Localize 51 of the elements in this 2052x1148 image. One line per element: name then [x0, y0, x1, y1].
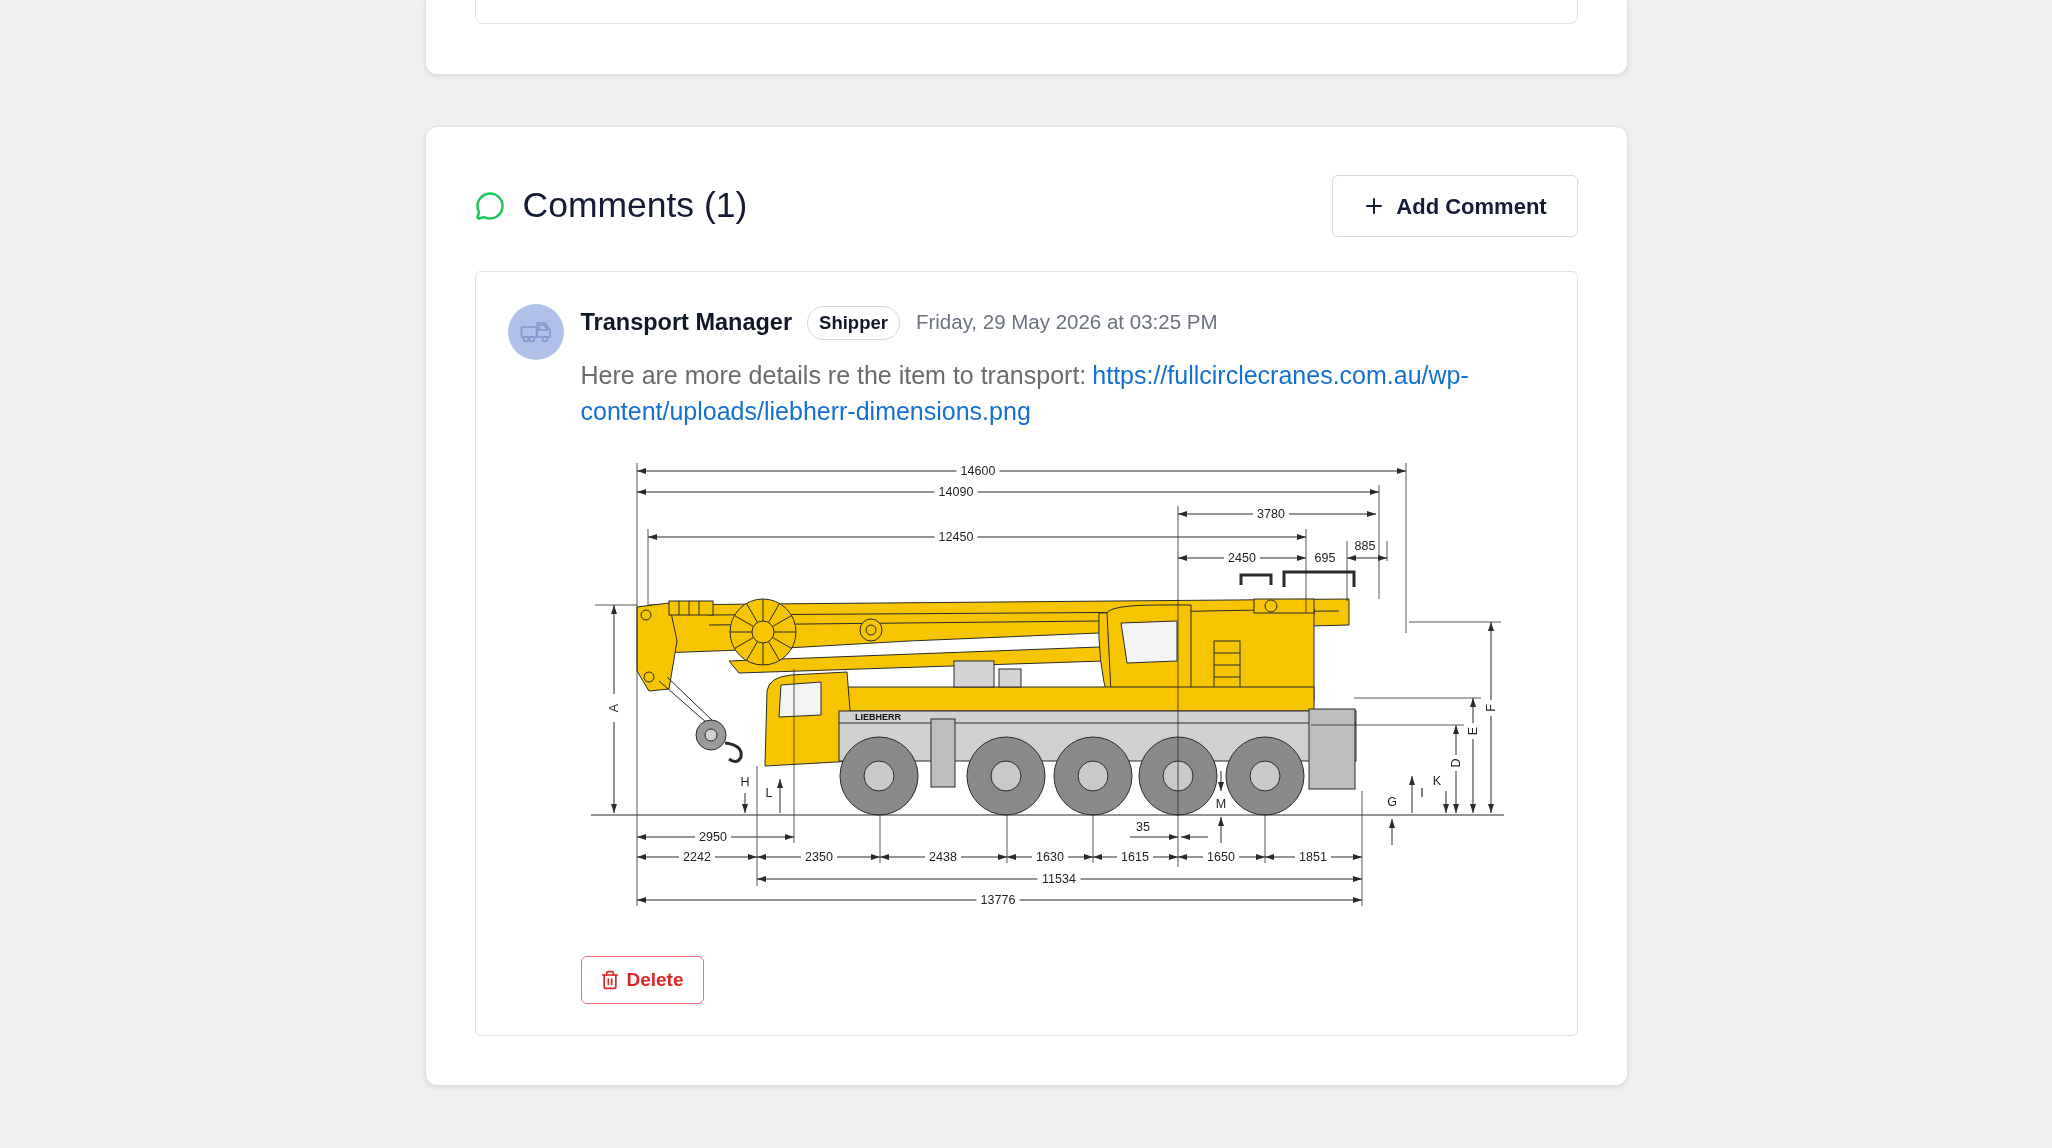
dimension-label: 1630	[1035, 849, 1064, 864]
height-arrow	[1408, 775, 1415, 814]
dimension-label: 2450	[1227, 550, 1256, 565]
dimension-label: 885	[1354, 538, 1375, 553]
section-title: Comments (1)	[522, 184, 748, 228]
dimension-label: 35	[1135, 819, 1150, 834]
comment-timestamp: Friday, 29 May 2026 at 03:25 PM	[915, 309, 1218, 336]
link[interactable]: content/uploads/liebherr-dimensions.png	[580, 392, 1031, 429]
dimension-label: L	[765, 785, 772, 800]
dimension-label: 1650	[1206, 849, 1235, 864]
add-comment-button[interactable]: Add Comment	[1331, 175, 1578, 237]
height-arrow	[1388, 818, 1395, 846]
extension-line	[1006, 814, 1007, 863]
height-arrow	[1442, 790, 1449, 814]
dimension-label: 1615	[1120, 849, 1149, 864]
dimension-label: I	[1419, 785, 1424, 800]
comment-text: Here are more details re the item to transport:	[580, 359, 1087, 391]
extension-line	[1264, 814, 1265, 863]
author-name: Transport Manager	[580, 308, 793, 338]
dimension-label: H	[740, 774, 749, 789]
dimension-label: 12450	[938, 529, 973, 544]
extension-line	[1386, 540, 1387, 561]
dimension-label: 695	[1314, 550, 1335, 565]
extension-line	[1346, 540, 1347, 601]
dimension-label: D	[1448, 758, 1463, 768]
dimension-label: E	[1465, 726, 1480, 735]
dimension-line	[1346, 554, 1387, 561]
comment-icon	[474, 191, 505, 221]
extension-line	[879, 814, 880, 863]
dimension-label: G	[1386, 794, 1397, 809]
dimension-label: K	[1432, 773, 1441, 788]
height-arrow	[776, 778, 783, 814]
extension-line	[1092, 814, 1093, 863]
dimension-label: 13776	[980, 892, 1015, 907]
dimension-label: 2242	[682, 849, 711, 864]
dimension-label: F	[1483, 703, 1498, 712]
height-arrow	[741, 792, 748, 814]
dimension-label: 2438	[928, 849, 957, 864]
dimension-label: 14600	[960, 463, 995, 478]
delete-button[interactable]: Delete	[580, 955, 704, 1004]
dimension-label: M	[1215, 796, 1226, 811]
dimension-label: 14090	[938, 484, 973, 499]
dimension-label: 2950	[698, 829, 727, 844]
dimension-label: 2350	[804, 849, 833, 864]
brand-label: LIEBHERR	[854, 711, 901, 722]
dimension-label: 1851	[1298, 849, 1327, 864]
dimension-label: 3780	[1256, 506, 1285, 521]
link[interactable]: https://fullcirclecranes.com.au/wp-	[1092, 356, 1469, 393]
dimension-label: A	[606, 703, 621, 712]
dimension-label: 11534	[1041, 871, 1076, 886]
trash-icon	[600, 969, 621, 990]
